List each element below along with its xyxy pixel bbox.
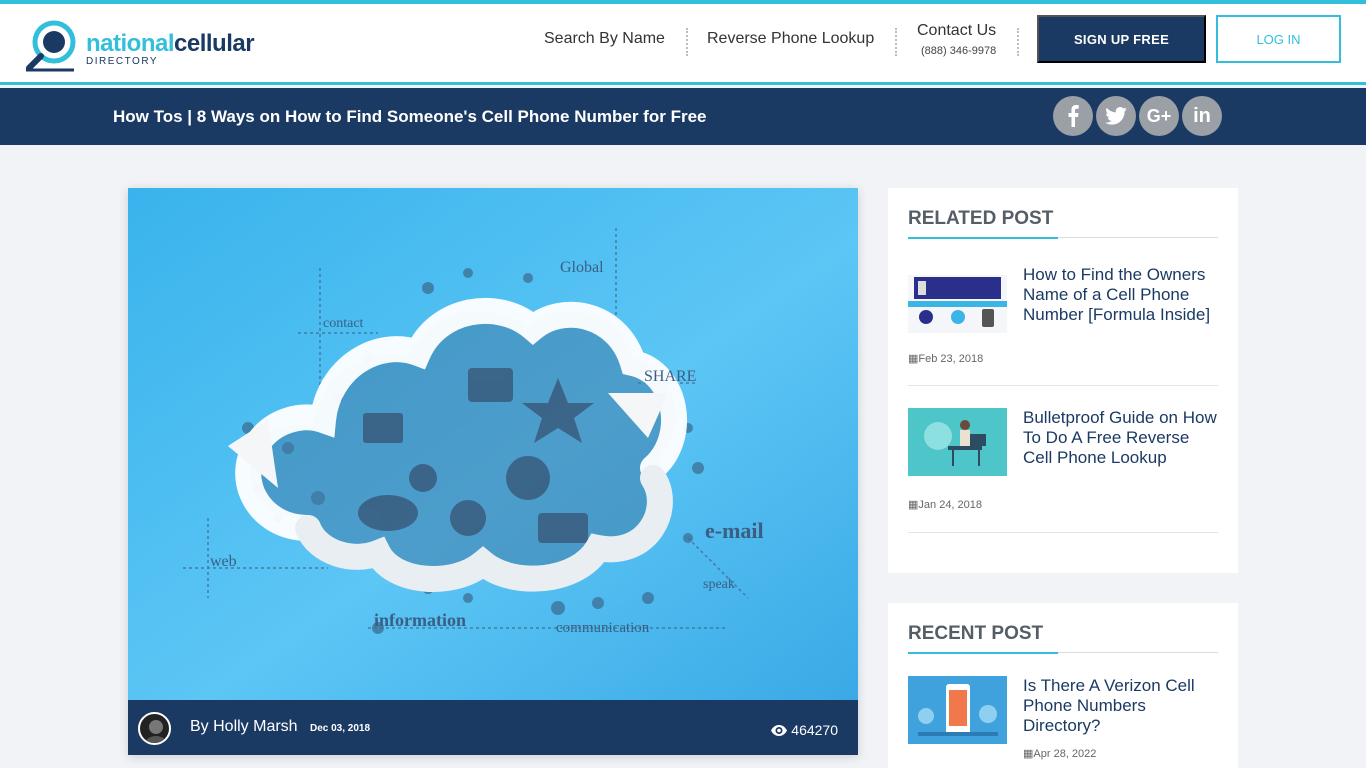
calendar-icon: ▦ [1023, 748, 1034, 760]
related-post-item[interactable]: How to Find the Owners Name of a Cell Ph… [908, 265, 1218, 386]
recent-post-heading: RECENT POST [908, 623, 1044, 644]
hero-word-global: Global [560, 259, 604, 276]
author-name[interactable]: By Holly Marsh [190, 718, 298, 736]
facebook-icon[interactable] [1053, 96, 1093, 136]
hero-word-contact: contact [323, 316, 364, 331]
related-post-date: ▦Jan 24, 2018 [908, 498, 982, 511]
hero-word-email: e-mail [705, 518, 764, 543]
logo-word-national: national [86, 30, 175, 57]
related-post-date: ▦Feb 23, 2018 [908, 352, 983, 365]
hero-word-speak: speak [703, 577, 735, 592]
cloud-illustration: Global contact SHARE e-mail web speak in… [128, 188, 858, 700]
heading-accent [908, 652, 1058, 654]
eye-icon [771, 724, 788, 736]
related-post-heading: RELATED POST [908, 208, 1054, 229]
login-button[interactable]: LOG IN [1216, 15, 1341, 63]
recent-post-date-text: Apr 28, 2022 [1033, 748, 1097, 760]
related-post-item[interactable]: Bulletproof Guide on How To Do A Free Re… [908, 408, 1218, 533]
hero-word-share: SHARE [644, 368, 696, 385]
contact-phone[interactable]: (888) 346-9978 [921, 45, 996, 57]
view-count: 464270 [771, 722, 838, 738]
signup-button[interactable]: SIGN UP FREE [1037, 15, 1206, 63]
author-bar: By Holly Marsh Dec 03, 2018 464270 [128, 700, 858, 755]
related-posts-card: RELATED POST How to Find the Owners Name… [888, 188, 1238, 573]
featured-article: Global contact SHARE e-mail web speak in… [128, 188, 858, 755]
logo-subtitle: DIRECTORY [86, 56, 159, 67]
related-post-thumbnail[interactable] [908, 408, 1007, 476]
article-hero-image[interactable]: Global contact SHARE e-mail web speak in… [128, 188, 858, 700]
site-header: nationalcellular DIRECTORY Search By Nam… [0, 4, 1366, 85]
recent-post-item[interactable]: Is There A Verizon Cell Phone Numbers Di… [908, 676, 1218, 766]
related-post-date-text: Feb 23, 2018 [918, 353, 984, 365]
nav-contact-us[interactable]: Contact Us [917, 22, 996, 40]
page-title: How Tos | 8 Ways on How to Find Someone'… [113, 107, 707, 126]
nav-search-by-name[interactable]: Search By Name [544, 30, 665, 48]
hero-word-web: web [210, 553, 237, 570]
recent-post-thumbnail[interactable] [908, 676, 1007, 744]
hero-word-information: information [374, 610, 466, 630]
related-post-title[interactable]: How to Find the Owners Name of a Cell Ph… [1023, 265, 1218, 325]
related-post-date-text: Jan 24, 2018 [918, 499, 983, 511]
nav-separator [686, 28, 688, 56]
author-avatar[interactable] [138, 712, 171, 745]
page-title-bar: How Tos | 8 Ways on How to Find Someone'… [0, 88, 1366, 145]
recent-post-title[interactable]: Is There A Verizon Cell Phone Numbers Di… [1023, 676, 1218, 736]
related-post-title[interactable]: Bulletproof Guide on How To Do A Free Re… [1023, 408, 1218, 468]
site-logo[interactable]: nationalcellular DIRECTORY [24, 20, 264, 76]
article-date: Dec 03, 2018 [310, 723, 371, 734]
calendar-icon: ▦ [908, 499, 919, 511]
recent-post-date: ▦Apr 28, 2022 [1023, 747, 1096, 760]
related-post-thumbnail[interactable] [908, 265, 1007, 333]
calendar-icon: ▦ [908, 353, 919, 365]
hero-word-communication: communication [556, 620, 650, 636]
linkedin-icon[interactable]: in [1182, 96, 1222, 136]
magnifier-logo-icon [26, 20, 76, 72]
view-count-value: 464270 [791, 722, 838, 738]
twitter-icon[interactable] [1096, 96, 1136, 136]
google-plus-icon[interactable]: G+ [1139, 96, 1179, 136]
recent-posts-card: RECENT POST Is There A Verizon Cell Phon… [888, 603, 1238, 768]
nav-separator [1017, 28, 1019, 56]
heading-accent [908, 237, 1058, 239]
logo-word-cellular: cellular [174, 30, 255, 57]
nav-separator [895, 28, 897, 56]
post-divider [908, 385, 1218, 386]
post-divider [908, 532, 1218, 533]
nav-reverse-phone-lookup[interactable]: Reverse Phone Lookup [707, 30, 874, 48]
logo-wordmark: nationalcellular [86, 30, 255, 58]
